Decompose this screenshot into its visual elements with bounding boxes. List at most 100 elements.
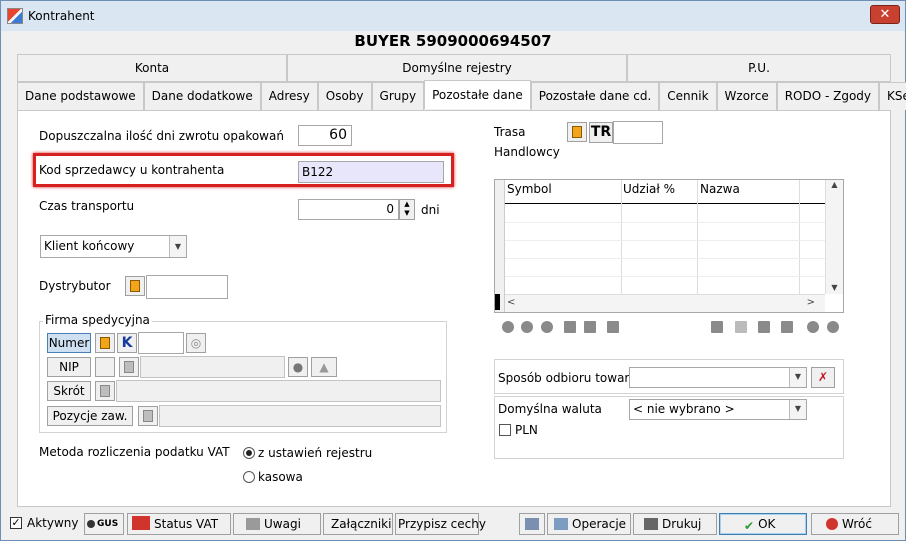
vat-radio-register[interactable]: [243, 447, 255, 459]
seller-code-input[interactable]: B122: [298, 161, 444, 183]
ok-button[interactable]: ✔ OK: [719, 513, 807, 535]
route-lookup-button[interactable]: [567, 122, 587, 142]
globe-icon[interactable]: ●: [288, 357, 308, 377]
skrot-lookup-button[interactable]: [95, 381, 115, 401]
building-icon[interactable]: [564, 321, 576, 333]
nip-button[interactable]: NIP: [47, 357, 91, 377]
distributor-input[interactable]: [146, 275, 228, 299]
next-icon[interactable]: [827, 321, 839, 333]
seller-code-label: Kod sprzedawcy u kontrahenta: [39, 163, 225, 177]
tab-row-bottom: Dane podstawowe Dane dodatkowe Adresy Os…: [17, 80, 906, 110]
app-icon: [7, 8, 23, 24]
operations-icon: [554, 518, 568, 530]
tab-pozostale-dane-cd[interactable]: Pozostałe dane cd.: [530, 82, 660, 110]
client-type-select[interactable]: Klient końcowy ▼: [40, 235, 187, 258]
gus-button[interactable]: GUS: [84, 513, 124, 535]
stack-icon[interactable]: [781, 321, 793, 333]
k-button[interactable]: K: [117, 333, 137, 353]
nip-lookup-button[interactable]: [119, 357, 139, 377]
tab-domyslne-rejestry[interactable]: Domyślne rejestry: [287, 54, 627, 82]
tab-adresy[interactable]: Adresy: [260, 82, 318, 110]
status-vat-button[interactable]: Status VAT: [127, 513, 231, 535]
zoom-icon[interactable]: [521, 321, 533, 333]
printer-icon: [644, 518, 658, 530]
prev-icon[interactable]: [807, 321, 819, 333]
positions-input[interactable]: [159, 405, 441, 427]
attachments-button[interactable]: Załączniki: [323, 513, 393, 535]
route-code-button[interactable]: TR: [589, 122, 613, 143]
back-button[interactable]: Wróć: [811, 513, 899, 535]
grid-vscrollbar[interactable]: ▲ ▼: [825, 180, 843, 294]
title-bar[interactable]: Kontrahent ✕: [1, 1, 905, 31]
numer-lookup-button[interactable]: [95, 333, 115, 353]
transport-spinner[interactable]: ▲ ▼: [399, 199, 415, 220]
page-title: BUYER 5909000694507: [354, 32, 552, 50]
clear-icon[interactable]: ✗: [811, 367, 835, 388]
tab-osoby[interactable]: Osoby: [317, 82, 372, 110]
grid-row-header: [495, 180, 505, 312]
positions-lookup-button[interactable]: [138, 406, 158, 426]
minus-icon[interactable]: [541, 321, 553, 333]
chevron-down-icon[interactable]: ▼: [789, 368, 806, 387]
tab-rodo-zgody[interactable]: RODO - Zgody: [776, 82, 880, 110]
pln-checkbox[interactable]: [499, 424, 511, 436]
sales-reps-label: Handlowcy: [494, 145, 560, 159]
tab-pozostale-dane[interactable]: Pozostałe dane: [424, 80, 531, 109]
check-icon: ✔: [744, 519, 755, 533]
numer-button[interactable]: Numer: [47, 333, 91, 353]
nip-blank-button[interactable]: [95, 357, 115, 377]
transport-input[interactable]: 0: [298, 199, 399, 220]
positions-button[interactable]: Pozycje zaw.: [47, 406, 133, 426]
grid-row-line: [505, 276, 825, 277]
tab-ksef[interactable]: KSeF: [879, 82, 906, 110]
save-icon[interactable]: [758, 321, 770, 333]
numer-input[interactable]: [138, 332, 184, 354]
active-label: Aktywny: [27, 516, 79, 530]
list-icon: [572, 126, 582, 138]
shipping-group-label: Firma spedycyjna: [43, 313, 152, 327]
chevron-down-icon[interactable]: ▼: [789, 400, 806, 419]
grid-hscrollbar[interactable]: < >: [505, 294, 825, 312]
return-days-input[interactable]: 60: [298, 125, 352, 146]
network-icon[interactable]: [519, 513, 545, 535]
copy-icon[interactable]: [735, 321, 747, 333]
pencil-icon: [246, 518, 260, 530]
tab-cennik[interactable]: Cennik: [659, 82, 717, 110]
route-input[interactable]: [613, 121, 663, 144]
vat-method-label: Metoda rozliczenia podatku VAT: [39, 445, 230, 459]
grid-col-share: Udział %: [623, 182, 676, 196]
print-preview-icon[interactable]: [711, 321, 723, 333]
tab-row-top: Konta Domyślne rejestry P.U.: [17, 54, 891, 82]
notes-button[interactable]: Uwagi: [233, 513, 321, 535]
tab-grupy[interactable]: Grupy: [371, 82, 425, 110]
active-checkbox[interactable]: ✓: [10, 517, 22, 529]
distributor-lookup-button[interactable]: [125, 276, 145, 296]
link-icon[interactable]: [607, 321, 619, 333]
skrot-button[interactable]: Skrót: [47, 381, 91, 401]
vat-radio-cash[interactable]: [243, 471, 255, 483]
cancel-icon: [826, 518, 838, 530]
assign-features-button[interactable]: Przypisz cechy: [395, 513, 486, 535]
first-icon[interactable]: [502, 321, 514, 333]
print-button[interactable]: Drukuj: [633, 513, 717, 535]
operations-button[interactable]: Operacje: [547, 513, 631, 535]
nip-input[interactable]: [140, 356, 285, 378]
grid-row-line: [505, 222, 825, 223]
tab-dane-dodatkowe[interactable]: Dane dodatkowe: [143, 82, 261, 110]
card-icon[interactable]: [584, 321, 596, 333]
map-icon[interactable]: ▲: [311, 357, 337, 377]
eye-icon[interactable]: ◎: [186, 333, 206, 353]
gus-icon: [87, 520, 95, 528]
currency-select[interactable]: < nie wybrano > ▼: [629, 399, 807, 420]
sales-reps-grid[interactable]: Symbol Udział % Nazwa ▲ ▼ < >: [494, 179, 844, 313]
pickup-select[interactable]: ▼: [629, 367, 807, 388]
tab-wzorce[interactable]: Wzorce: [716, 82, 777, 110]
tab-dane-podstawowe[interactable]: Dane podstawowe: [17, 82, 144, 110]
grid-header-line: [505, 203, 825, 204]
distributor-label: Dystrybutor: [39, 279, 111, 293]
chevron-down-icon[interactable]: ▼: [169, 236, 186, 257]
tab-pu[interactable]: P.U.: [627, 54, 891, 82]
tab-konta[interactable]: Konta: [17, 54, 287, 82]
close-button[interactable]: ✕: [870, 5, 900, 24]
skrot-input[interactable]: [116, 380, 441, 402]
